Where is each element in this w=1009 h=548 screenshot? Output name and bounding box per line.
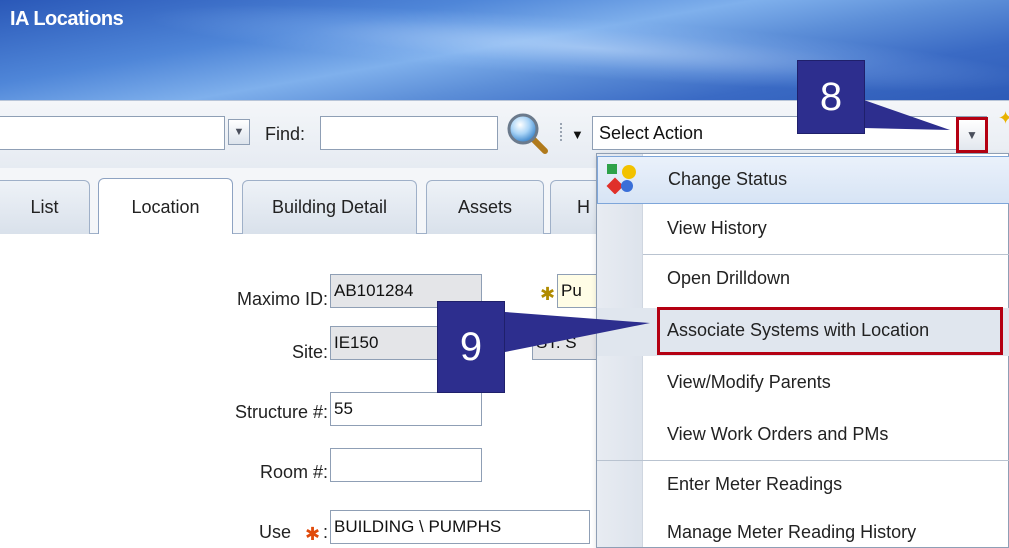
query-dropdown-button[interactable]: ▼ — [228, 119, 250, 145]
banner-swoosh — [139, 0, 1009, 100]
callout-9: 9 — [437, 301, 505, 393]
menu-item-open-drilldown[interactable]: Open Drilldown — [597, 256, 1009, 304]
menu-item-label: View History — [667, 218, 767, 238]
menu-item-label: Change Status — [668, 169, 788, 189]
find-input[interactable] — [320, 116, 498, 150]
tab-building-detail[interactable]: Building Detail — [242, 180, 417, 234]
select-action-dropdown-button[interactable]: ▼ — [956, 117, 988, 153]
callout-8: 8 — [797, 60, 865, 134]
menu-item-change-status[interactable]: Change Status — [597, 156, 1009, 204]
chevron-down-icon: ▼ — [966, 128, 978, 142]
tab-location[interactable]: Location — [98, 178, 233, 235]
tab-list[interactable]: List — [0, 180, 90, 234]
required-star-icon: ✱ — [540, 284, 556, 304]
required-star-icon: ✱ — [305, 524, 321, 544]
toolbar-separator — [560, 123, 563, 141]
menu-item-label: Enter Meter Readings — [667, 474, 843, 494]
site-label: Site: — [291, 342, 328, 362]
query-input[interactable] — [0, 116, 225, 150]
menu-separator — [597, 460, 1009, 461]
room-label: Room #: — [259, 462, 328, 482]
menu-item-view-work-orders[interactable]: View Work Orders and PMs — [597, 412, 1009, 460]
app-window: IA Locations ▼ Find: ▼ Select Action ▼ ✦… — [0, 0, 1009, 548]
search-button[interactable] — [505, 111, 549, 155]
menu-separator — [643, 254, 1009, 255]
menu-item-label: View/Modify Parents — [667, 372, 831, 392]
magnifier-icon — [507, 113, 548, 154]
tab-assets[interactable]: Assets — [426, 180, 544, 234]
menu-item-manage-meter-history[interactable]: Manage Meter Reading History — [597, 510, 1009, 548]
room-field[interactable] — [330, 448, 482, 482]
menu-item-label: Open Drilldown — [667, 268, 791, 288]
bookmark-star-icon[interactable]: ✦ — [998, 108, 1009, 129]
structure-field[interactable]: 55 — [330, 392, 482, 426]
menu-item-view-history[interactable]: View History — [597, 206, 1009, 254]
use-label: Use — [259, 522, 292, 542]
maximo-id-label: Maximo ID: — [236, 289, 328, 309]
chevron-down-icon: ▼ — [233, 126, 245, 138]
select-action-dropdown[interactable]: Select Action — [592, 116, 987, 150]
action-arrow-icon: ▼ — [571, 127, 584, 142]
change-status-icon — [606, 164, 636, 194]
use-field[interactable]: BUILDING \ PUMPHS — [330, 510, 590, 544]
menu-item-view-modify-parents[interactable]: View/Modify Parents — [597, 360, 1009, 408]
associate-systems-highlight — [657, 307, 1003, 355]
menu-item-enter-meter-readings[interactable]: Enter Meter Readings — [597, 462, 1009, 510]
find-label: Find: — [265, 124, 306, 144]
site-field[interactable]: IE150 — [330, 326, 440, 360]
use-colon: : — [323, 522, 329, 542]
menu-item-label: Manage Meter Reading History — [667, 522, 917, 542]
structure-label: Structure #: — [234, 402, 328, 422]
app-title: IA Locations — [10, 8, 124, 30]
menu-item-label: View Work Orders and PMs — [667, 424, 889, 444]
